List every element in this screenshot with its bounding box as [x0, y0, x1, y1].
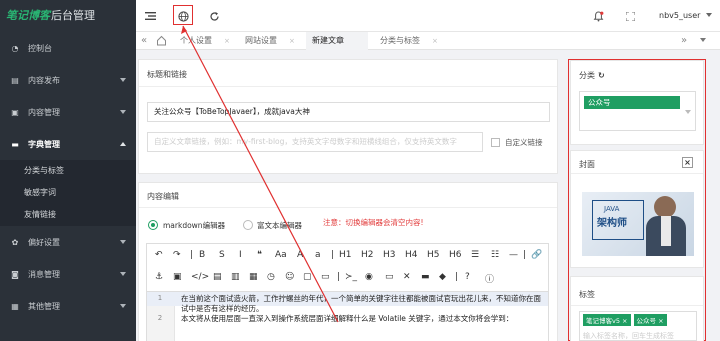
- annotation-arrow: [181, 25, 339, 323]
- app-root: 笔记博客后台管理 ◔ 控制台 ▤ 内容发布 ▣ 内容管理 ▬ 字典管理 分类与标签 敏感字词 友情链…: [0, 0, 720, 341]
